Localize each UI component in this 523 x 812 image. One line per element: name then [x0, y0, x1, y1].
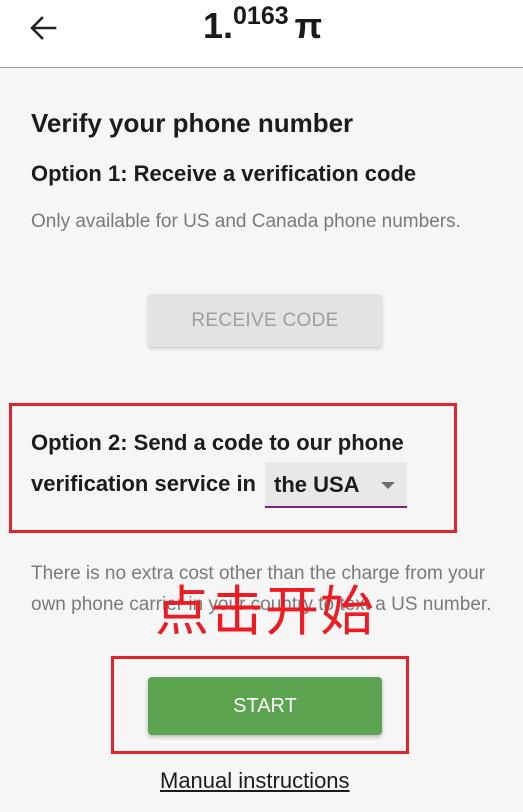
- arrow-left-icon[interactable]: [27, 12, 59, 44]
- caret-down-icon: [381, 482, 395, 489]
- annotation-overlay-text: 点击开始: [155, 580, 375, 643]
- top-bar: 1.0163 π: [0, 0, 523, 68]
- manual-instructions-link[interactable]: Manual instructions: [160, 768, 350, 794]
- pi-currency-icon: π: [294, 5, 323, 46]
- balance-main: 1.: [203, 5, 234, 46]
- page-title: Verify your phone number: [31, 108, 354, 138]
- option2-title-line2: verification service in: [31, 471, 256, 496]
- option1-title: Option 1: Receive a verification code: [31, 161, 417, 186]
- option2-title-line1: Option 2: Send a code to our phone: [31, 430, 404, 455]
- option1-description: Only available for US and Canada phone n…: [31, 211, 461, 232]
- start-button[interactable]: START: [148, 677, 382, 735]
- country-select[interactable]: the USA: [265, 462, 407, 508]
- balance-display: 1.0163 π: [203, 2, 322, 54]
- receive-code-button[interactable]: RECEIVE CODE: [148, 294, 382, 347]
- balance-decimals: 0163: [233, 2, 289, 30]
- country-select-value: the USA: [274, 472, 360, 497]
